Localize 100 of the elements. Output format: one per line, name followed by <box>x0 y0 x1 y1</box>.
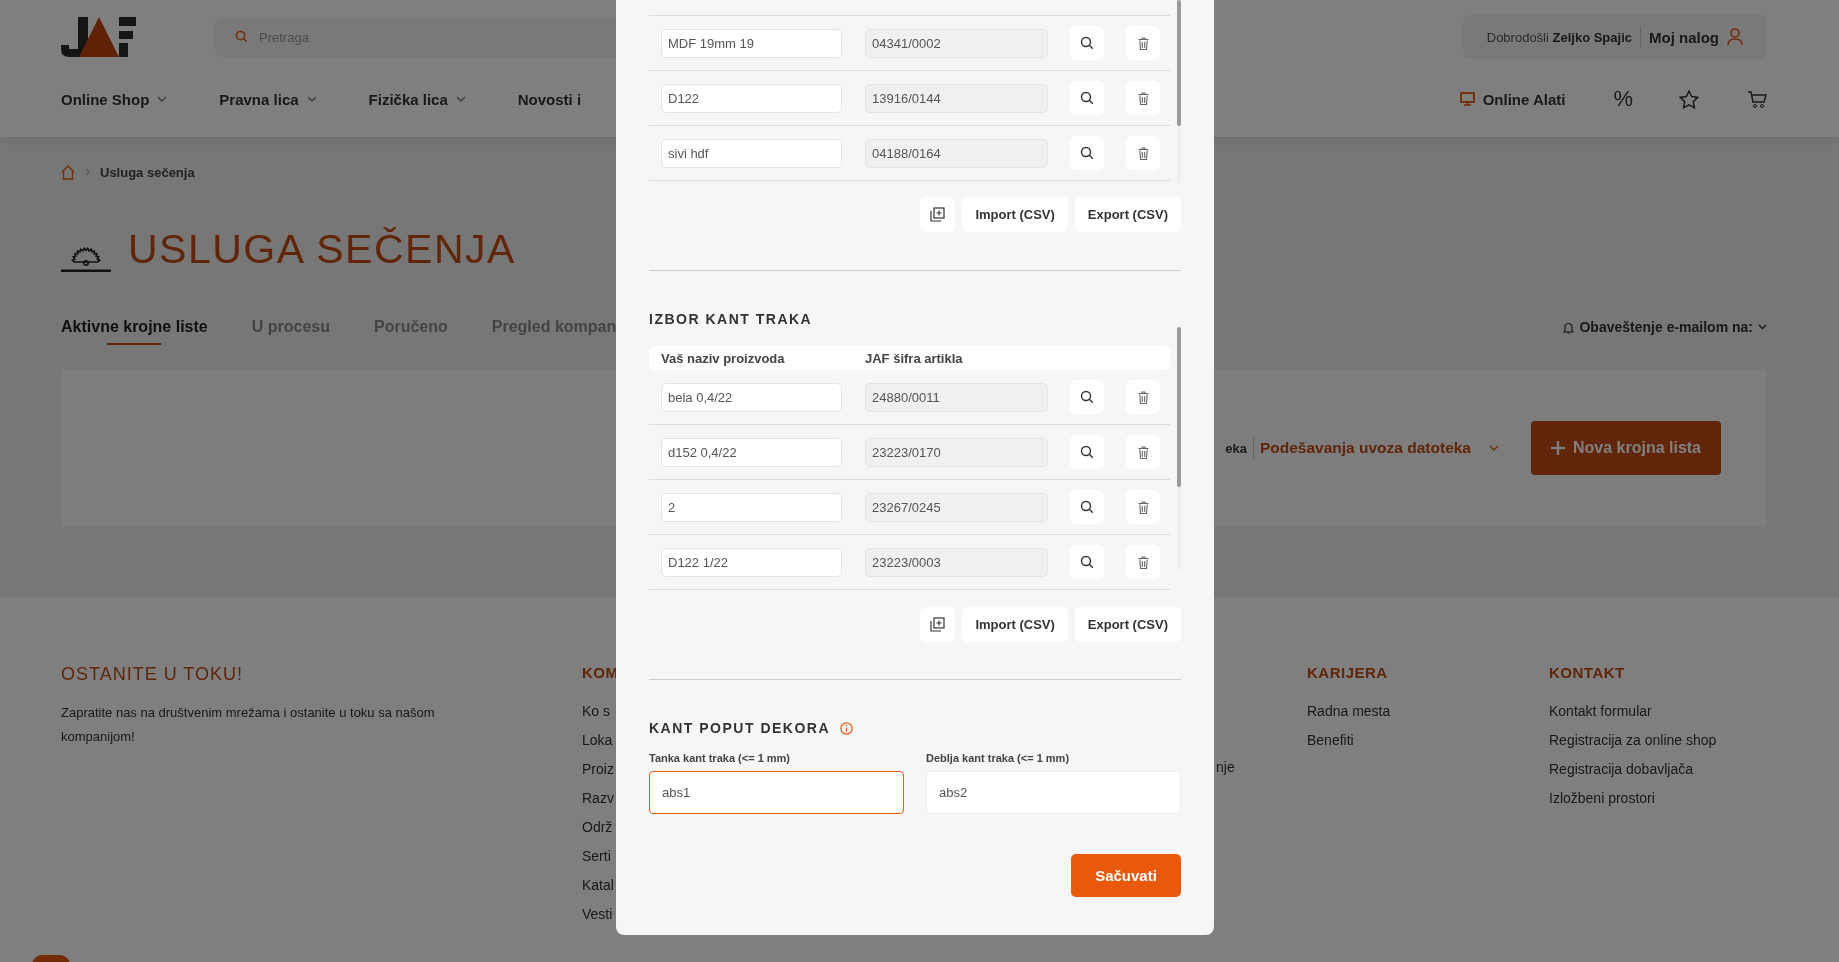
product-name-field[interactable]: MDF 19mm 19 <box>661 28 842 58</box>
user-icon[interactable] <box>1727 28 1743 46</box>
chevron-down-icon[interactable] <box>1489 445 1499 451</box>
tools-link[interactable]: Online Alati <box>1482 90 1566 108</box>
trash-icon <box>1137 91 1149 105</box>
footer-link[interactable]: Izložbeni prostori <box>1549 784 1717 813</box>
newsletter-title: OSTANITE U TOKU! <box>61 664 245 685</box>
search-icon <box>1080 91 1094 105</box>
page-title: USLUGA SEČENJA <box>128 226 516 272</box>
text-field[interactable]: abs2 <box>926 771 1181 814</box>
field-label: Tanka kant traka (<= 1 mm) <box>649 752 792 764</box>
greeting-text: Dobrodošli Zeljko Spajic <box>1486 29 1632 45</box>
csv-button[interactable]: Export (CSV) <box>1074 197 1181 232</box>
article-code-field[interactable]: 24880/0011 <box>865 382 1048 412</box>
tab[interactable]: Aktivne krojne liste <box>61 318 208 345</box>
delete-button[interactable] <box>1126 545 1160 579</box>
bell-icon <box>1563 320 1575 334</box>
search-button[interactable] <box>1070 26 1104 60</box>
search-icon <box>235 30 248 43</box>
delete-button[interactable] <box>1126 81 1160 115</box>
discount-link[interactable]: % <box>1613 86 1633 112</box>
field-label: Deblja kant traka (<= 1 mm) <box>926 752 1071 764</box>
chevron-down-icon[interactable] <box>306 96 317 102</box>
search-icon <box>1080 36 1094 50</box>
account-link[interactable]: Moj nalog <box>1649 28 1719 46</box>
article-code-field[interactable]: 04188/0164 <box>865 138 1048 168</box>
copy-plus-icon <box>930 207 946 222</box>
trash-icon <box>1137 146 1149 160</box>
delete-button[interactable] <box>1126 136 1160 170</box>
search-icon <box>1080 146 1094 160</box>
delete-button[interactable] <box>1126 490 1160 524</box>
text-field[interactable]: abs1 <box>649 771 904 814</box>
save-button[interactable]: Sačuvati <box>1071 854 1181 897</box>
footer-link[interactable]: Registracija dobavljača <box>1549 755 1717 784</box>
delete-button[interactable] <box>1126 380 1160 414</box>
add-copy-button[interactable] <box>920 197 956 232</box>
notification-dropdown[interactable]: Obaveštenje e-mailom na: <box>1579 319 1753 335</box>
logo[interactable] <box>61 17 136 57</box>
import-settings-dropdown[interactable]: Podešavanja uvoza datoteka <box>1259 439 1471 457</box>
trash-icon <box>1137 36 1149 50</box>
product-name-field[interactable]: sivi hdf <box>661 138 842 168</box>
new-list-button[interactable]: Nova krojna lista <box>1531 421 1721 475</box>
csv-button[interactable]: Import (CSV) <box>962 607 1068 642</box>
article-code-field[interactable]: 23223/0003 <box>865 547 1048 577</box>
monitor-icon[interactable] <box>1459 92 1475 106</box>
footer-link[interactable]: Registracija za online shop <box>1549 726 1717 755</box>
article-code-field[interactable]: 23267/0245 <box>865 492 1048 522</box>
section-title: KANT POPUT DEKORA <box>649 720 831 736</box>
footer-heading: KONTAKT <box>1549 664 1626 681</box>
chevron-down-icon[interactable] <box>157 96 168 102</box>
search-button[interactable] <box>1070 435 1104 469</box>
search-button[interactable] <box>1070 490 1104 524</box>
search-icon <box>1080 555 1094 569</box>
cart-icon[interactable] <box>1747 89 1767 109</box>
search-button[interactable] <box>1070 545 1104 579</box>
product-name-field[interactable]: d152 0,4/22 <box>661 437 842 467</box>
home-icon[interactable] <box>61 164 75 180</box>
scrollbar[interactable] <box>1177 327 1181 570</box>
search-button[interactable] <box>1070 81 1104 115</box>
scrollbar[interactable] <box>1177 0 1181 182</box>
delete-button[interactable] <box>1126 435 1160 469</box>
plus-icon <box>1550 441 1565 455</box>
search-button[interactable] <box>1070 380 1104 414</box>
column-header: JAF šifra artikla <box>865 350 963 366</box>
info-icon[interactable] <box>840 721 854 735</box>
search-icon <box>1080 390 1094 404</box>
trash-icon <box>1137 445 1149 459</box>
product-name-field[interactable]: bela 0,4/22 <box>661 382 842 412</box>
breadcrumb-current: Usluga sečenja <box>100 164 195 180</box>
article-code-field[interactable]: 23223/0170 <box>865 437 1048 467</box>
footer-link[interactable]: Kontakt formular <box>1549 697 1717 726</box>
trash-icon <box>1137 390 1149 404</box>
footer-link[interactable]: nje <box>1216 753 1307 782</box>
delete-button[interactable] <box>1126 26 1160 60</box>
copy-plus-icon <box>930 617 946 632</box>
product-name-field[interactable]: D122 1/22 <box>661 547 842 577</box>
toolbar-label: eka <box>1225 440 1247 456</box>
product-name-field[interactable]: 2 <box>661 492 842 522</box>
csv-button[interactable]: Import (CSV) <box>962 197 1068 232</box>
add-copy-button[interactable] <box>920 607 956 642</box>
nav-link[interactable]: Online Shop <box>61 90 150 108</box>
star-icon[interactable] <box>1679 89 1699 109</box>
trash-icon <box>1137 555 1149 569</box>
nav-link[interactable]: Novosti i <box>517 90 582 108</box>
csv-button[interactable]: Export (CSV) <box>1074 607 1181 642</box>
footer-link[interactable]: Radna mesta <box>1307 697 1549 726</box>
article-code-field[interactable]: 13916/0144 <box>865 83 1048 113</box>
chevron-right-icon <box>85 168 90 176</box>
search-button[interactable] <box>1070 136 1104 170</box>
nav-link[interactable]: Fizička lica <box>368 90 448 108</box>
footer-heading: KARIJERA <box>1307 664 1389 681</box>
search-icon <box>1080 500 1094 514</box>
chevron-down-icon[interactable] <box>1758 324 1767 330</box>
section-title: IZBOR KANT TRAKA <box>649 311 814 327</box>
footer-link[interactable]: Benefiti <box>1307 726 1549 755</box>
column-header: Vaš naziv proizvoda <box>661 350 786 366</box>
product-name-field[interactable]: D122 <box>661 83 842 113</box>
chevron-down-icon[interactable] <box>455 96 466 102</box>
article-code-field[interactable]: 04341/0002 <box>865 28 1048 58</box>
nav-link[interactable]: Pravna lica <box>219 90 299 108</box>
